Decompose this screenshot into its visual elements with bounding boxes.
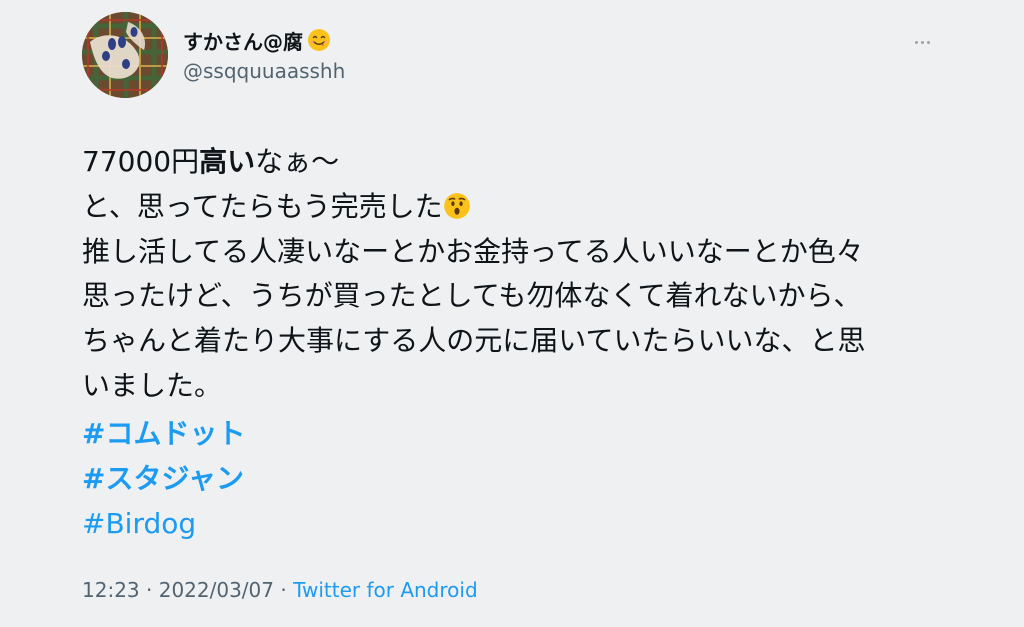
hashtag-link[interactable]: #スタジャン xyxy=(82,456,245,501)
tweet-price: 77000円 xyxy=(82,145,200,178)
meta-separator: · xyxy=(274,578,294,602)
tweet-line-6: いました。 xyxy=(82,368,223,402)
hushed-face-emoji-icon xyxy=(443,185,471,230)
tweet-date[interactable]: 2022/03/07 xyxy=(159,578,274,602)
display-name-row[interactable]: すかさん@腐 xyxy=(183,28,331,56)
meta-separator: · xyxy=(139,578,159,602)
tweet-meta: 12:23 · 2022/03/07 · Twitter for Android xyxy=(82,576,478,604)
smiling-face-emoji-icon xyxy=(307,28,331,56)
tweet-line-3: 推し活してる人凄いなーとかお金持ってる人いいなーとか色々 xyxy=(82,234,864,268)
avatar-image xyxy=(82,12,168,98)
tweet-line-2-text: と、思ってたらもう完売した xyxy=(82,189,443,223)
tweet-card: すかさん@腐 @ssqquuaasshh 77000円高いなぁ〜 と、思ってたら… xyxy=(0,0,1024,627)
user-handle[interactable]: @ssqquuaasshh xyxy=(183,58,345,84)
tweet-bold-text: 高い xyxy=(199,145,256,178)
more-dot-icon xyxy=(920,40,924,44)
more-dot-icon xyxy=(926,40,930,44)
tweet-text: 77000円高いなぁ〜 と、思ってたらもう完売した 推し活してる人凄いなーとかお… xyxy=(82,140,942,408)
hashtag-list: #コムドット #スタジャン #Birdog xyxy=(82,411,245,546)
tweet-line-1: 77000円高いなぁ〜 xyxy=(82,140,942,185)
tweet-line-4: 思ったけど、うちが買ったとしても勿体なくて着れないから、 xyxy=(82,279,862,313)
more-options-button[interactable] xyxy=(908,32,936,52)
more-dot-icon xyxy=(914,40,918,44)
tweet-line-1-rest: なぁ〜 xyxy=(255,145,340,178)
display-name[interactable]: すかさん@腐 xyxy=(183,29,303,55)
avatar[interactable] xyxy=(82,12,168,98)
tweet-line-5: ちゃんと着たり大事にする人の元に届いていたらいいな、と思 xyxy=(82,324,866,358)
tweet-source-link[interactable]: Twitter for Android xyxy=(293,578,478,602)
hashtag-link[interactable]: #Birdog xyxy=(82,501,245,546)
tweet-time[interactable]: 12:23 xyxy=(82,578,140,602)
tweet-line-2: と、思ってたらもう完売した xyxy=(82,185,942,230)
hashtag-link[interactable]: #コムドット xyxy=(82,411,245,456)
